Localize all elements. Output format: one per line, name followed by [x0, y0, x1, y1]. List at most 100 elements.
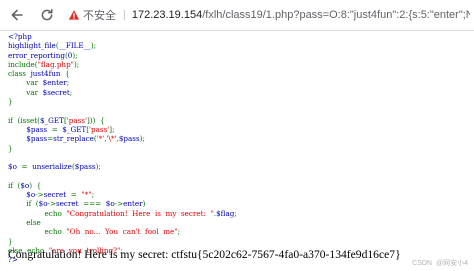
code-token: $o — [38, 199, 48, 209]
code-line: } — [8, 97, 13, 106]
code-token: ); — [72, 50, 78, 60]
code-token: enter — [123, 199, 143, 209]
code-token: if ( — [8, 199, 39, 209]
code-token: ; — [177, 227, 181, 237]
code-token: ]; — [109, 124, 115, 134]
code-line: <?php — [8, 32, 32, 41]
code-token: $_GET — [39, 115, 64, 125]
code-token: = — [21, 162, 33, 172]
code-token: ])) { — [86, 115, 105, 125]
code-token: ; — [69, 87, 73, 97]
code-token: $enter — [42, 78, 67, 88]
code-token: ; — [234, 208, 237, 218]
code-token: error_reporting — [8, 50, 65, 60]
warning-icon — [68, 9, 80, 21]
code-token: === — [83, 199, 106, 209]
code-line: var $enter; — [8, 78, 69, 87]
code-token: $pass — [26, 134, 48, 144]
code-token: $o — [26, 190, 36, 200]
code-token: ); — [139, 134, 145, 144]
code-token: '\*' — [106, 134, 117, 144]
browser-toolbar: 不安全 | 172.23.19.154/fxlh/class19/1.php?p… — [0, 0, 474, 31]
code-token: = — [51, 124, 63, 134]
code-token: ) { — [29, 180, 42, 190]
code-token: var — [8, 87, 43, 97]
code-token: -> — [47, 199, 56, 209]
url-path[interactable]: /fxlh/class19/1.php?pass=O:8:"just4fun":… — [202, 9, 470, 21]
code-token: isset — [20, 115, 38, 125]
code-token: <?php — [8, 32, 32, 41]
code-token: $o — [105, 199, 115, 209]
code-token: just4fun — [30, 69, 66, 79]
url-host[interactable]: 172.23.19.154 — [132, 9, 202, 21]
code-token: unserialize — [32, 162, 72, 172]
code-line: var $secret; — [8, 88, 72, 97]
code-token: echo — [8, 227, 67, 237]
code-token: ); — [90, 41, 97, 51]
code-line: else — [8, 218, 41, 227]
code-line: } — [8, 144, 13, 153]
code-token: str_replace — [53, 134, 94, 144]
code-token: ; — [91, 190, 94, 200]
security-label[interactable]: 不安全 — [83, 7, 116, 23]
code-token: $o — [20, 180, 30, 190]
code-token: $_GET — [62, 124, 87, 134]
code-line: if (isset($_GET['pass'])) { — [8, 116, 105, 125]
code-line: class just4fun { — [8, 69, 70, 78]
code-line: include("flag.php"); — [8, 60, 79, 69]
code-token: $pass — [118, 134, 140, 144]
code-line: if ($o->secret === $o->enter) — [8, 199, 145, 208]
code-token: $o — [8, 162, 22, 172]
code-token: if ( — [8, 180, 21, 190]
back-arrow-icon — [10, 8, 24, 22]
code-token: 'pass' — [89, 124, 110, 134]
address-bar[interactable]: 不安全 | 172.23.19.154/fxlh/class19/1.php?p… — [68, 3, 470, 27]
reload-button[interactable] — [36, 4, 58, 26]
code-token: $pass — [26, 124, 52, 134]
code-line: $o->secret = "*"; — [8, 190, 94, 199]
watermark-right: @网安小 — [435, 260, 465, 267]
code-token: ; — [66, 78, 70, 88]
code-token: } — [8, 236, 13, 246]
code-token: ); — [73, 59, 80, 69]
code-token: include — [8, 59, 35, 69]
code-line: highlight_file(__FILE__); — [8, 41, 96, 50]
watermark-suffix: 4 — [464, 259, 468, 267]
reload-icon — [40, 8, 54, 22]
back-button[interactable] — [6, 4, 28, 26]
page-content: <?php highlight_file(__FILE__); error_re… — [0, 31, 474, 271]
code-token: highlight_file — [8, 41, 56, 51]
code-token: secret — [55, 199, 84, 209]
code-token: 'pass' — [66, 115, 87, 125]
code-token: "*" — [81, 190, 92, 200]
php-source-code: <?php highlight_file(__FILE__); error_re… — [8, 32, 237, 264]
code-token: = — [70, 190, 82, 200]
code-token: ) — [142, 199, 146, 209]
code-line: } — [8, 237, 13, 246]
code-token: "Congratulation! Here is my secret: " — [66, 208, 214, 218]
code-token: "Oh no... You can't fool me" — [66, 227, 178, 237]
code-token: __FILE__ — [58, 41, 91, 51]
csdn-watermark: CSDN @网安小 4 — [412, 258, 468, 268]
flag-output: Congratulation! Here is my secret: ctfst… — [8, 248, 401, 261]
code-line: $pass=str_replace('*','\*',$pass); — [8, 134, 145, 143]
code-token: { — [65, 69, 70, 79]
code-line: error_reporting(0); — [8, 51, 78, 60]
watermark-left: CSDN — [412, 259, 432, 267]
code-token: secret — [43, 190, 71, 200]
code-token: ); — [95, 162, 101, 172]
code-token: -> — [114, 199, 124, 209]
code-line: if ($o) { — [8, 181, 41, 190]
url-separator: | — [123, 9, 126, 21]
code-token: if ( — [8, 115, 21, 125]
code-token: else — [8, 217, 41, 227]
code-line: echo "Oh no... You can't fool me"; — [8, 227, 180, 236]
code-line: $o = unserialize($pass); — [8, 162, 101, 171]
code-token: $pass — [74, 162, 96, 172]
code-token: var — [8, 78, 43, 88]
code-token: $secret — [42, 87, 70, 97]
code-line: $pass = $_GET['pass']; — [8, 124, 115, 134]
